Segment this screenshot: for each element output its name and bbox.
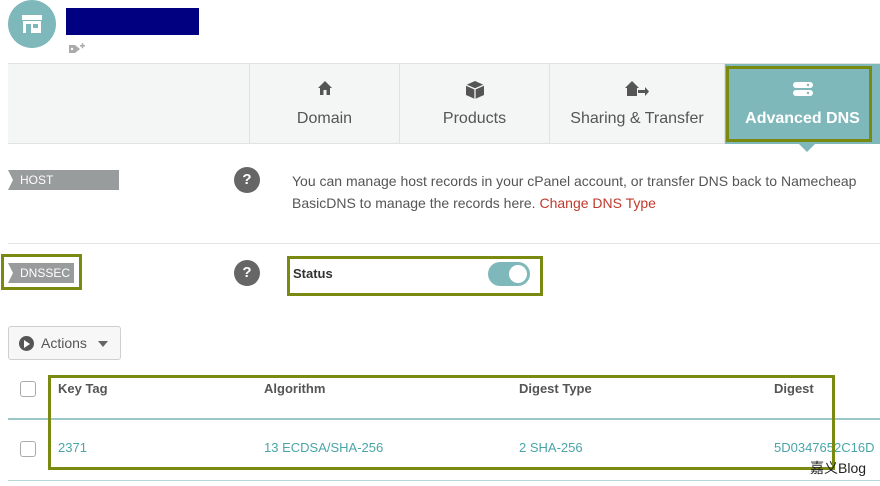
watermark: 嘉义Blog bbox=[810, 460, 867, 476]
tab-label: Sharing & Transfer bbox=[570, 110, 704, 127]
select-all-checkbox[interactable] bbox=[20, 381, 36, 397]
transfer-icon bbox=[625, 81, 649, 96]
home-icon bbox=[317, 81, 332, 95]
tab-sharing-transfer[interactable]: Sharing & Transfer bbox=[549, 64, 724, 144]
tab-products[interactable]: Products bbox=[399, 64, 549, 144]
tab-label: Domain bbox=[296, 110, 353, 127]
highlight-box-status bbox=[287, 256, 543, 296]
chevron-down-icon bbox=[98, 341, 108, 347]
play-icon bbox=[19, 336, 34, 351]
row-checkbox[interactable] bbox=[20, 441, 36, 457]
active-tab-caret bbox=[799, 144, 815, 152]
redacted-domain-name bbox=[66, 8, 199, 35]
host-records-description: You can manage host records in your cPan… bbox=[292, 170, 880, 214]
section-divider bbox=[8, 243, 880, 244]
tab-domain[interactable]: Domain bbox=[249, 64, 399, 144]
change-dns-type-link[interactable]: Change DNS Type bbox=[539, 195, 655, 211]
add-tag-icon[interactable] bbox=[68, 42, 86, 60]
host-records-label: HOST RECORDS bbox=[8, 170, 119, 207]
tab-label: Products bbox=[442, 110, 507, 127]
highlight-box-advanced-dns bbox=[726, 66, 872, 142]
box-icon bbox=[465, 81, 484, 99]
help-icon[interactable]: ? bbox=[234, 167, 260, 193]
highlight-box-dnssec bbox=[1, 254, 82, 290]
store-icon bbox=[22, 15, 42, 33]
row-bottom-border bbox=[8, 480, 880, 481]
highlight-box-table bbox=[48, 375, 835, 470]
store-avatar bbox=[8, 0, 56, 48]
actions-label: Actions bbox=[41, 335, 87, 351]
actions-dropdown[interactable]: Actions bbox=[8, 326, 121, 360]
help-icon[interactable]: ? bbox=[234, 260, 260, 286]
